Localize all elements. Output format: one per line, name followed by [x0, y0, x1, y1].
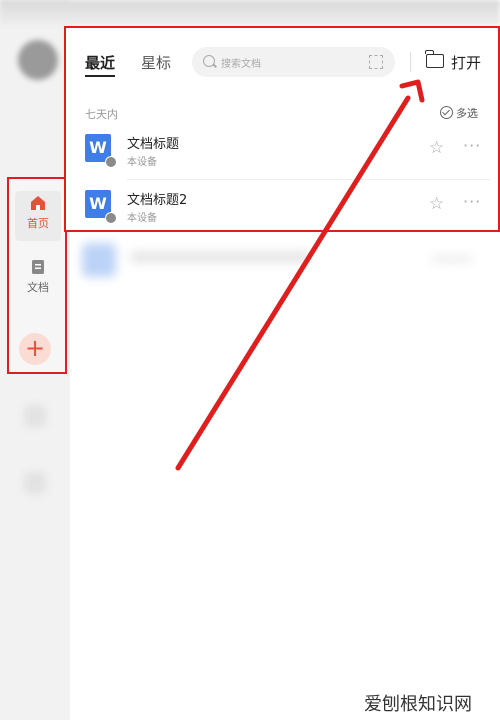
multi-select-label: 多选 [456, 107, 478, 120]
file-row[interactable]: W 文档标题2 本设备 ☆ ··· [85, 184, 490, 230]
tab-recent[interactable]: 最近 [85, 52, 115, 73]
sidebar-nav-highlight: 首页 文档 + [7, 177, 67, 374]
nav-docs[interactable]: 文档 [15, 259, 61, 295]
star-icon[interactable]: ☆ [429, 196, 444, 213]
device-badge-icon [105, 156, 117, 168]
file-title: 文档标题 [127, 137, 180, 152]
tab-starred[interactable]: 星标 [141, 52, 171, 73]
blurred-sidebar-icon [24, 472, 46, 494]
folder-icon[interactable] [425, 50, 444, 68]
watermark: 爱刨根知识网 [364, 694, 472, 715]
nav-home-label: 首页 [27, 217, 49, 230]
file-title: 文档标题2 [127, 193, 188, 208]
avatar[interactable] [18, 40, 58, 80]
file-row[interactable]: W 文档标题 本设备 ☆ ··· [85, 128, 490, 174]
blurred-list-item [82, 243, 482, 277]
blurred-sidebar-icon [24, 405, 46, 427]
tab-underline [85, 75, 115, 77]
star-icon[interactable]: ☆ [429, 140, 444, 157]
file-location: 本设备 [127, 213, 157, 224]
search-input[interactable]: 搜索文档 [192, 47, 395, 77]
check-circle-icon [440, 106, 453, 119]
search-icon [203, 55, 215, 67]
nav-home[interactable]: 首页 [15, 191, 61, 241]
scan-icon[interactable] [369, 55, 383, 69]
nav-docs-label: 文档 [27, 281, 49, 294]
home-icon [30, 195, 46, 211]
multi-select-button[interactable]: 多选 [440, 105, 478, 121]
device-badge-icon [105, 212, 117, 224]
status-bar [0, 0, 500, 26]
row-divider [127, 179, 490, 180]
main-panel-highlight: 最近 星标 搜索文档 打开 七天内 多选 W 文档标题 本设备 ☆ ··· W … [64, 26, 500, 232]
divider [410, 52, 411, 72]
search-placeholder: 搜索文档 [221, 59, 261, 70]
more-icon[interactable]: ··· [463, 192, 481, 211]
document-icon [30, 259, 46, 275]
open-button[interactable]: 打开 [451, 52, 481, 73]
section-label: 七天内 [85, 108, 118, 121]
more-icon[interactable]: ··· [463, 136, 481, 155]
file-location: 本设备 [127, 157, 157, 168]
add-button[interactable]: + [19, 333, 51, 365]
